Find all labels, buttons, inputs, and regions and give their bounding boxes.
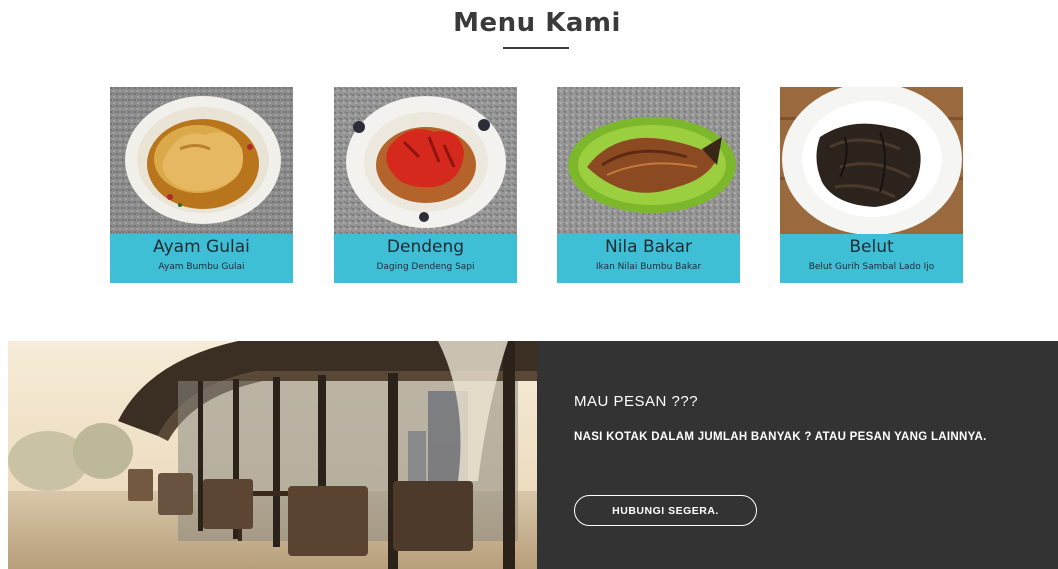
menu-item-description: Belut Gurih Sambal Lado Ijo [808, 262, 935, 272]
menu-item-name: Ayam Gulai [153, 237, 250, 257]
nila-bakar-photo [557, 87, 740, 234]
menu-item-description: Daging Dendeng Sapi [376, 262, 475, 272]
menu-item-name: Belut [849, 237, 894, 257]
menu-item-description: Ayam Bumbu Gulai [158, 262, 245, 272]
order-heading: MAU PESAN ??? [574, 393, 699, 410]
menu-card-belut[interactable]: Belut Belut Gurih Sambal Lado Ijo [780, 87, 963, 283]
ayam-gulai-photo [110, 87, 293, 234]
menu-card-dendeng[interactable]: Dendeng Daging Dendeng Sapi [334, 87, 517, 283]
menu-item-name: Nila Bakar [604, 237, 693, 257]
restaurant-terrace-photo [8, 341, 537, 569]
title-underline [503, 47, 569, 49]
order-panel: MAU PESAN ??? NASI KOTAK DALAM JUMLAH BA… [537, 341, 1058, 569]
section-title: Menu Kami [453, 8, 621, 38]
order-text: NASI KOTAK DALAM JUMLAH BANYAK ? ATAU PE… [574, 431, 987, 443]
belut-photo [780, 87, 963, 234]
menu-card-nila-bakar[interactable]: Nila Bakar Ikan Nilai Bumbu Bakar [557, 87, 740, 283]
contact-now-button[interactable]: HUBUNGI SEGERA. [574, 495, 757, 526]
dendeng-photo [334, 87, 517, 234]
menu-item-description: Ikan Nilai Bumbu Bakar [595, 262, 702, 272]
order-banner: MAU PESAN ??? NASI KOTAK DALAM JUMLAH BA… [8, 341, 1058, 569]
menu-card-ayam-gulai[interactable]: Ayam Gulai Ayam Bumbu Gulai [110, 87, 293, 283]
menu-item-name: Dendeng [386, 237, 465, 257]
